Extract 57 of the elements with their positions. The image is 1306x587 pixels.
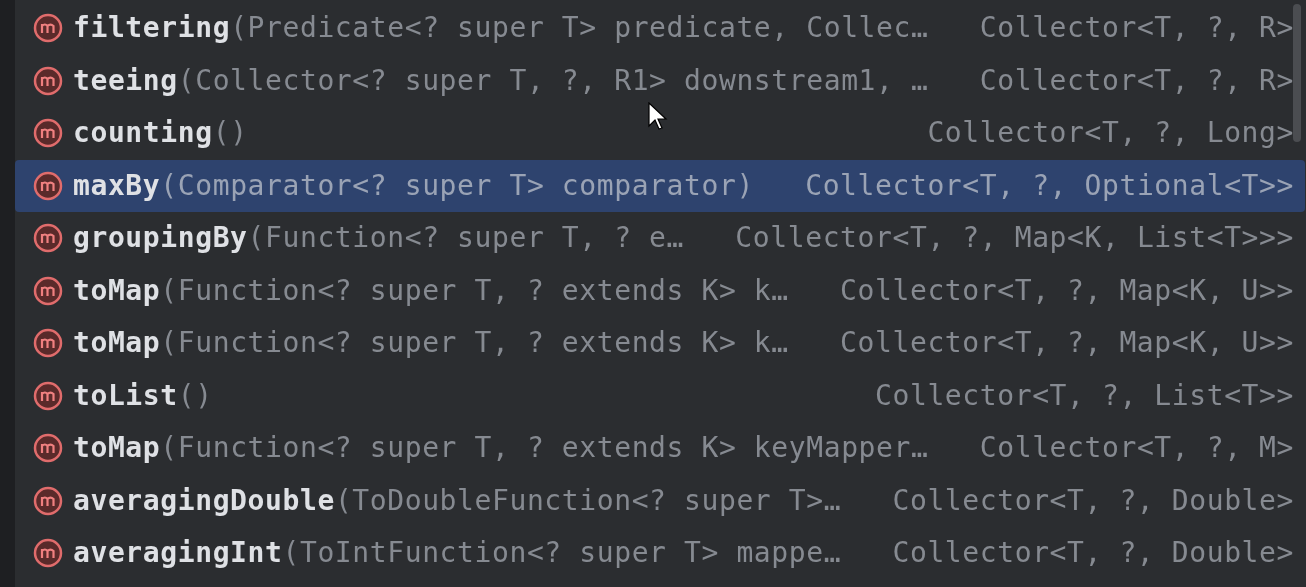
completion-item[interactable]: toList() Collector<T, ?, List<T>> [15,369,1305,422]
method-parameters: (Function<? super T, ? extends K> keyMapper… [160,430,929,467]
method-parameters: (Comparator<? super T> comparator) [160,167,754,204]
method-name: groupingBy [73,220,248,257]
method-icon [33,118,63,149]
completion-item[interactable]: maxBy(Comparator<? super T> comparator) Collector<T, ?, Optional<T>> [15,159,1305,212]
method-name: maxBy [73,167,161,204]
return-type: Collector<T, ?, List<T>> [875,377,1294,414]
method-icon [33,328,63,359]
method-parameters: (Function<? super T, ? extends K> k… [160,272,789,309]
method-name: filtering [73,10,231,47]
method-icon [33,223,63,254]
method-name: toMap [73,430,161,467]
method-parameters: () [177,377,213,414]
completion-item[interactable]: averagingInt(ToIntFunction<? super T> mappe… Collector<T, ?, Double> [15,527,1305,580]
completion-item[interactable]: groupingBy(Function<? super T, ? e… Collector<T, ?, Map<K, List<T>>> [15,212,1305,265]
method-parameters: (Function<? super T, ? e… [247,220,684,257]
method-parameters: (Predicate<? super T> predicate, Collec… [230,10,929,47]
method-name: toList [73,377,178,414]
return-type: Collector<T, ?, Map<K, List<T>>> [735,220,1294,257]
method-icon [33,13,63,44]
return-type: Collector<T, ?, Double> [892,535,1294,572]
method-icon [33,433,63,464]
scrollbar-thumb[interactable] [1293,4,1301,142]
return-type: Collector<T, ?, R> [979,62,1294,99]
method-icon [33,380,63,411]
method-parameters: (Collector<? super T, ?, R1> downstream1, … [177,62,929,99]
completion-item[interactable]: toMap(Function<? super T, ? extends K> k… Collector<T, ?, Map<K, U>> [15,264,1305,317]
completion-item[interactable]: counting() Collector<T, ?, Long> [15,107,1305,160]
return-type: Collector<T, ?, Map<K, U>> [840,325,1294,362]
return-type: Collector<T, ?, Double> [892,482,1294,519]
method-parameters: () [212,115,248,152]
mouse-cursor-icon [648,102,668,132]
return-type: Collector<T, ?, Long> [927,115,1294,152]
completion-item[interactable]: toMap(Function<? super T, ? extends K> k… Collector<T, ?, Map<K, U>> [15,317,1305,370]
method-icon [33,65,63,96]
method-icon [33,275,63,306]
method-parameters: (Function<? super T, ? extends K> k… [160,325,789,362]
return-type: Collector<T, ?, M> [979,430,1294,467]
method-name: toMap [73,272,161,309]
completion-item[interactable]: toMap(Function<? super T, ? extends K> keyMapper… Collector<T, ?, M> [15,422,1305,475]
return-type: Collector<T, ?, Map<K, U>> [840,272,1294,309]
method-name: averagingInt [73,535,283,572]
method-icon [33,538,63,569]
completion-item[interactable]: averagingDouble(ToDoubleFunction<? super T>… Collector<T, ?, Double> [15,474,1305,527]
method-name: teeing [73,62,178,99]
completion-item[interactable]: teeing(Collector<? super T, ?, R1> downstream1, … Collector<T, ?, R> [15,54,1305,107]
method-parameters: (ToDoubleFunction<? super T>… [334,482,842,519]
return-type: Collector<T, ?, Optional<T>> [805,167,1294,204]
method-name: toMap [73,325,161,362]
method-icon [33,170,63,201]
method-icon [33,485,63,516]
method-name: averagingDouble [73,482,335,519]
method-parameters: (ToIntFunction<? super T> mappe… [282,535,842,572]
return-type: Collector<T, ?, R> [979,10,1294,47]
completion-item[interactable]: filtering(Predicate<? super T> predicate, Collec… Collector<T, ?, R> [15,2,1305,55]
method-name: counting [73,115,213,152]
